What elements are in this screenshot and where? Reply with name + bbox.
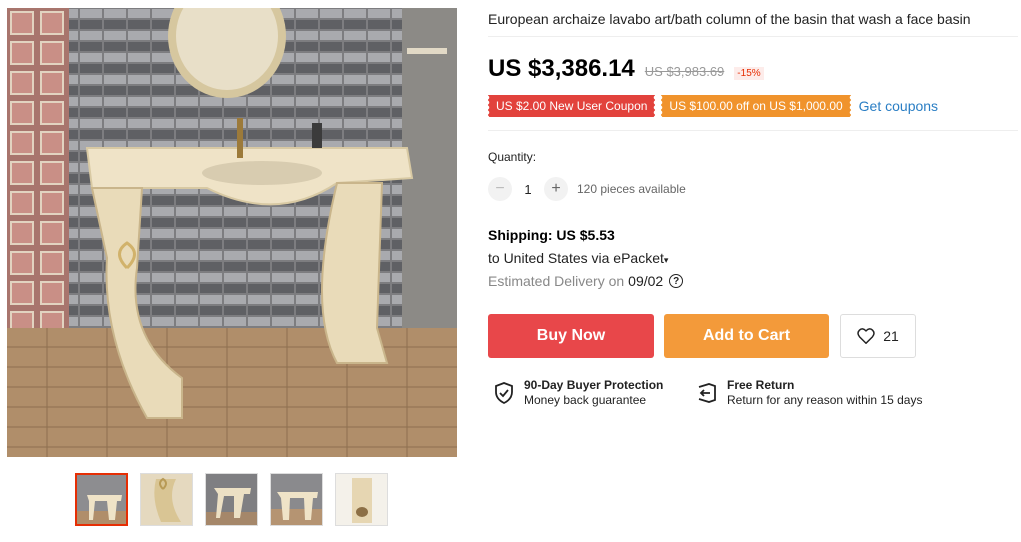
estimated-delivery-date: 09/02 xyxy=(628,273,664,289)
free-return-subtitle: Return for any reason within 15 days xyxy=(727,393,923,407)
quantity-value[interactable]: 1 xyxy=(512,182,544,197)
quantity-decrease-button[interactable]: − xyxy=(488,177,512,201)
free-return-title: Free Return xyxy=(727,378,795,392)
discount-badge: -15% xyxy=(734,67,764,80)
product-main-image[interactable] xyxy=(7,8,457,457)
shield-check-icon xyxy=(495,382,513,404)
thumbnail-5[interactable] xyxy=(335,473,388,526)
product-title: European archaize lavabo art/bath column… xyxy=(488,11,971,27)
free-return: Free Return Return for any reason within… xyxy=(695,378,922,408)
buy-now-button[interactable]: Buy Now xyxy=(488,314,654,358)
available-stock: 120 pieces available xyxy=(577,182,686,196)
shipping-destination: to United States via ePacket xyxy=(488,250,664,266)
add-to-cart-button[interactable]: Add to Cart xyxy=(664,314,829,358)
thumbnail-strip xyxy=(75,473,388,526)
estimated-delivery-label: Estimated Delivery on xyxy=(488,273,625,289)
get-coupons-link[interactable]: Get coupons xyxy=(859,98,938,114)
wishlist-count: 21 xyxy=(883,328,899,344)
help-icon[interactable]: ? xyxy=(669,274,684,288)
divider xyxy=(488,130,1018,131)
thumbnail-3[interactable] xyxy=(205,473,258,526)
quantity-label: Quantity: xyxy=(488,150,537,164)
wishlist-button[interactable]: 21 xyxy=(840,314,916,358)
original-price: US $3,983.69 xyxy=(644,64,725,79)
estimated-delivery: Estimated Delivery on 09/02 ? xyxy=(488,273,684,289)
quantity-increase-button[interactable]: + xyxy=(544,177,568,201)
divider xyxy=(488,36,1018,37)
chevron-down-icon: ▾ xyxy=(663,255,669,265)
buyer-protection-subtitle: Money back guarantee xyxy=(524,393,647,407)
quantity-stepper: − 1 + 120 pieces available xyxy=(488,177,686,201)
thumbnail-4[interactable] xyxy=(270,473,323,526)
buyer-protection: 90-Day Buyer Protection Money back guara… xyxy=(494,378,663,408)
new-user-coupon[interactable]: US $2.00 New User Coupon xyxy=(486,95,656,117)
coupon-row: US $2.00 New User Coupon US $100.00 off … xyxy=(486,95,938,117)
price-row: US $3,386.14 US $3,983.69 -15% xyxy=(488,55,764,83)
heart-icon xyxy=(857,328,875,344)
thumbnail-1[interactable] xyxy=(75,473,128,526)
current-price: US $3,386.14 xyxy=(488,55,635,82)
shipping-cost: Shipping: US $5.53 xyxy=(488,227,615,243)
buyer-protection-title: 90-Day Buyer Protection xyxy=(524,378,664,392)
store-discount-coupon[interactable]: US $100.00 off on US $1,000.00 xyxy=(660,95,851,117)
return-icon xyxy=(698,383,716,403)
shipping-method-selector[interactable]: to United States via ePacket▾ xyxy=(488,250,668,266)
thumbnail-2[interactable] xyxy=(140,473,193,526)
